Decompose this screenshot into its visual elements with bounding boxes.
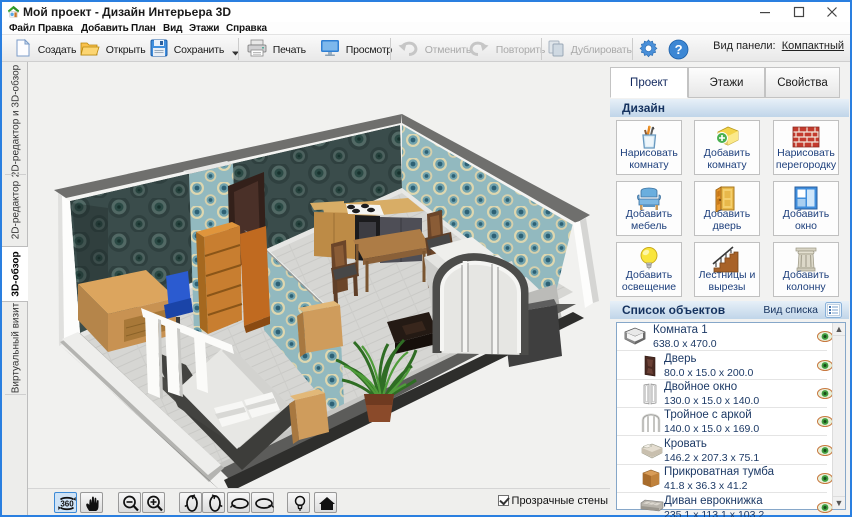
svg-text:360: 360 xyxy=(60,500,74,509)
svg-text:?: ? xyxy=(675,42,683,57)
